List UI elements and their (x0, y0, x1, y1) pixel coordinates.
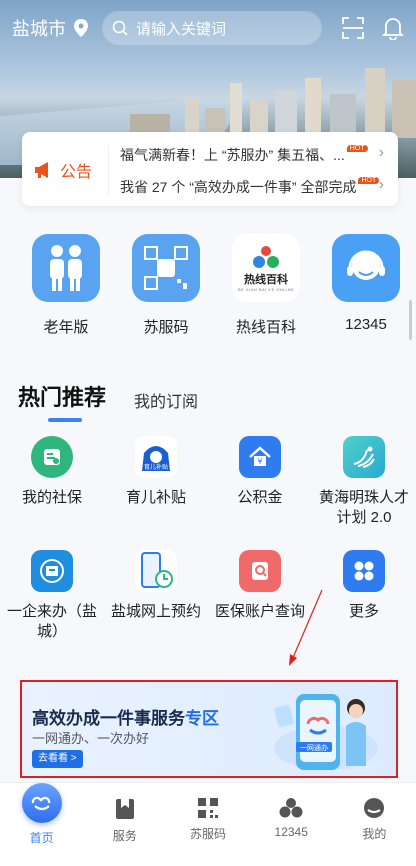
qr-code-icon (198, 798, 218, 818)
search-placeholder: 请输入关键词 (136, 20, 227, 38)
quick-app-hotline-wiki[interactable]: 热线百科 RE XIAN BAI KE ONLINE 热线百科 (216, 234, 316, 337)
tab-hot-recommend[interactable]: 热门推荐 (18, 380, 106, 422)
nav-profile[interactable]: 我的 (333, 783, 416, 866)
elderly-couple-icon (32, 234, 100, 302)
more-apps-icon (343, 550, 385, 592)
quick-app-su-code[interactable]: 苏服码 (116, 234, 216, 337)
quick-apps: 老年版 苏服码 热线百科 RE XIAN BAI KE ONLINE 热线百科 (0, 234, 416, 337)
childcare-subsidy-icon: 育儿补贴 (135, 436, 177, 478)
banner-go-button[interactable]: 去看看 > (32, 750, 83, 768)
notice-card: 公告 福气满新春！上 “苏服办” 集五福、... HOT › 我省 27 个 “高… (22, 132, 398, 206)
city-selector[interactable]: 盐城市 (12, 15, 66, 41)
banner-title: 高效办成一件事服务专区 (32, 709, 219, 728)
svg-text:¥: ¥ (257, 457, 262, 466)
chevron-right-icon[interactable]: › (379, 176, 384, 194)
hotline-encyclopedia-logo: 热线百科 RE XIAN BAI KE ONLINE (232, 234, 300, 302)
service-item[interactable]: ¥ 公积金 (208, 436, 312, 528)
bottom-navigation: 首页 服务 苏服码 12345 我的 (0, 782, 416, 866)
social-security-icon (31, 436, 73, 478)
tab-my-subscription[interactable]: 我的订阅 (134, 388, 198, 412)
efficient-service-banner[interactable]: 高效办成一件事服务专区 一网通办、一次办好 去看看 > 一网通办 (20, 680, 398, 778)
notice-item[interactable]: 福气满新春！上 “苏服办” 集五福、... HOT (120, 145, 390, 165)
quick-app-elderly[interactable]: 老年版 (16, 234, 116, 337)
svg-text:育儿补贴: 育儿补贴 (144, 463, 168, 471)
top-bar: 盐城市 请输入关键词 (0, 0, 416, 56)
notice-item[interactable]: 我省 27 个 “高效办成一件事” 全部完成 HOT (120, 177, 390, 197)
service-item[interactable]: 一企来办（盐城） (0, 550, 104, 642)
nav-service[interactable]: 服务 (83, 783, 166, 866)
quick-app-12345[interactable]: 12345 (316, 234, 416, 337)
nav-su-code[interactable]: 苏服码 (166, 783, 249, 866)
scan-icon[interactable] (342, 17, 364, 39)
headset-icon (332, 234, 400, 302)
service-grid: 我的社保 育儿补贴 育儿补贴 ¥ 公积金 黄海明珠人才计划 2.0 一企来办（盐… (0, 436, 416, 642)
phone-mascot-illustration: 一网通办 (274, 694, 378, 770)
location-pin-icon[interactable] (74, 19, 88, 37)
notice-label: 公告 (34, 158, 92, 182)
service-item[interactable]: 黄海明珠人才计划 2.0 (312, 436, 416, 528)
nav-12345[interactable]: 12345 (250, 783, 333, 866)
scrollbar[interactable] (409, 300, 412, 340)
bell-icon[interactable] (382, 16, 404, 40)
megaphone-icon (35, 162, 48, 178)
hotline-icon (279, 798, 303, 818)
service-item[interactable]: 医保账户查询 (208, 550, 312, 642)
service-item[interactable]: 我的社保 (0, 436, 104, 528)
service-item[interactable]: 更多 (312, 550, 416, 642)
svg-text:一网通办: 一网通办 (300, 743, 328, 752)
housing-fund-icon: ¥ (239, 436, 281, 478)
su-qr-code-icon (132, 234, 200, 302)
chevron-right-icon[interactable]: › (379, 144, 384, 162)
hot-badge: HOT (358, 177, 380, 184)
service-item[interactable]: 育儿补贴 育儿补贴 (104, 436, 208, 528)
online-appointment-icon (135, 550, 177, 592)
nav-home[interactable]: 首页 (0, 783, 83, 866)
profile-icon (364, 798, 385, 818)
enterprise-service-icon (31, 550, 73, 592)
talent-plan-icon (343, 436, 385, 478)
home-icon (21, 783, 62, 823)
service-bookmark-icon (115, 799, 134, 819)
recommend-tabs: 热门推荐 我的订阅 (18, 380, 198, 422)
service-item[interactable]: 盐城网上预约 (104, 550, 208, 642)
medical-insurance-icon (239, 550, 281, 592)
hot-badge: HOT (346, 145, 368, 152)
banner-subtitle: 一网通办、一次办好 (32, 731, 150, 746)
search-icon (112, 20, 128, 36)
search-input[interactable]: 请输入关键词 (102, 11, 322, 45)
